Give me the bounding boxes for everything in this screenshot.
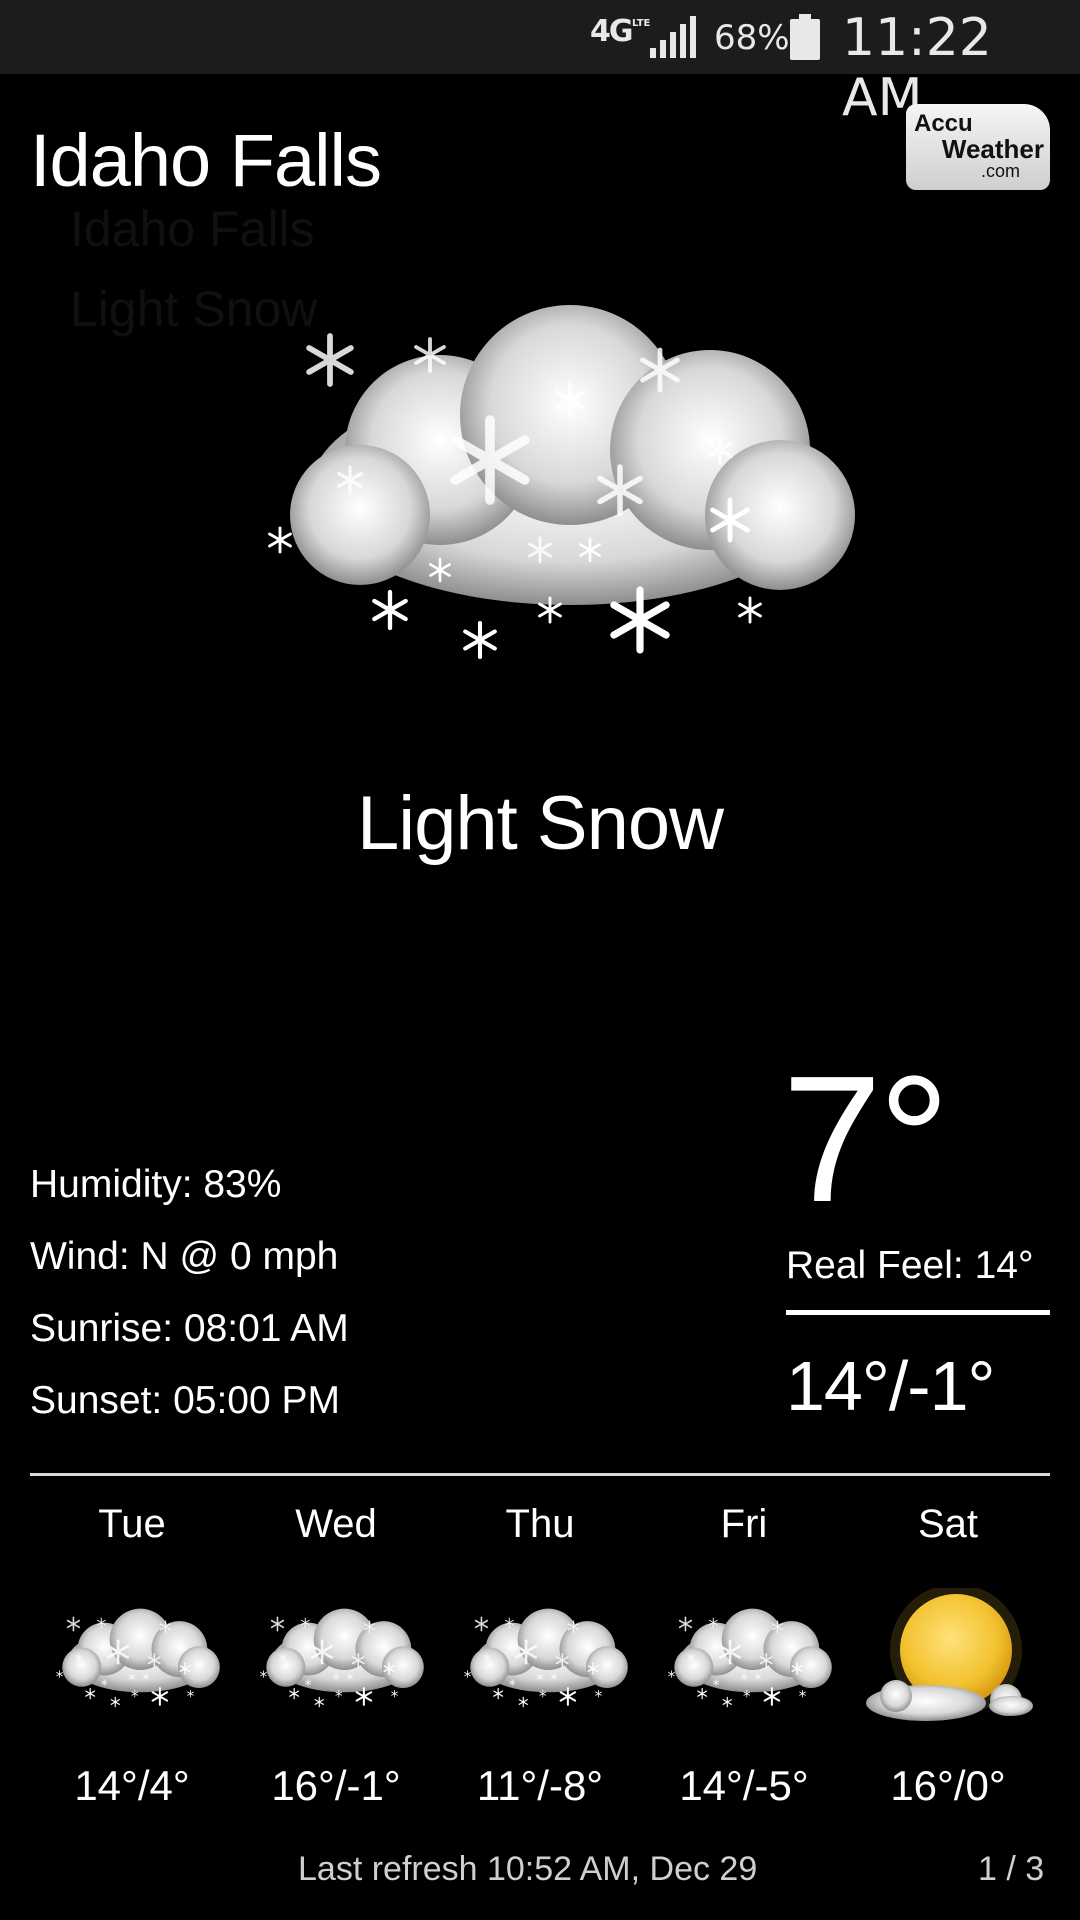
current-temperature: 7° (782, 1039, 950, 1240)
forecast-range: 11°/-8° (476, 1762, 604, 1809)
snow-cloud-icon (210, 270, 870, 730)
page-indicator: 1 / 3 (978, 1850, 1045, 1888)
forecast-day-label: Thu (505, 1502, 575, 1546)
forecast-range: 14°/4° (74, 1762, 190, 1809)
forecast-day-label: Fri (720, 1502, 768, 1546)
forecast-day-label: Tue (98, 1502, 166, 1546)
forecast-day-label: Wed (295, 1502, 377, 1546)
forecast-divider (30, 1473, 1050, 1476)
snow-cloud-icon (448, 1588, 632, 1738)
sunrise-text: Sunrise: 08:01 AM (30, 1307, 349, 1350)
snow-cloud-icon (652, 1588, 836, 1738)
temperature-divider (786, 1310, 1050, 1315)
background-ghost-city: Idaho Falls (70, 201, 315, 257)
location-title[interactable]: Idaho Falls (30, 118, 382, 203)
logo-line-2: Weather (941, 134, 1044, 164)
network-indicator: 4G LTE (590, 14, 650, 49)
accuweather-logo[interactable]: Accu Weather .com (906, 104, 1050, 190)
condition-label: Light Snow (356, 781, 724, 866)
forecast-range: 14°/-5° (679, 1762, 809, 1809)
real-feel-text: Real Feel: 14° (786, 1244, 1034, 1287)
sunset-text: Sunset: 05:00 PM (30, 1379, 341, 1422)
battery-icon (790, 14, 820, 60)
forecast-range: 16°/0° (890, 1762, 1006, 1809)
last-refresh-text: Last refresh 10:52 AM, Dec 29 (298, 1850, 758, 1888)
weather-details: Humidity: 83% Wind: N @ 0 mph Sunrise: 0… (30, 1160, 349, 1448)
network-label: 4G (590, 14, 633, 49)
snow-cloud-icon (40, 1588, 224, 1738)
signal-strength-icon (650, 16, 696, 58)
wind-text: Wind: N @ 0 mph (30, 1235, 339, 1278)
sun-cloud-icon (866, 1588, 1033, 1721)
status-bar: 4G LTE 68% 11:22 AM (0, 0, 1080, 128)
humidity-text: Humidity: 83% (30, 1163, 282, 1206)
forecast-range: 16°/-1° (271, 1762, 401, 1809)
high-low-temperature: 14°/-1° (786, 1347, 996, 1425)
battery-percent: 68% (714, 18, 790, 58)
forecast-day-label: Sat (917, 1502, 979, 1546)
snow-cloud-icon (244, 1588, 428, 1738)
logo-line-3: .com (980, 161, 1020, 181)
logo-line-1: Accu (914, 110, 973, 137)
